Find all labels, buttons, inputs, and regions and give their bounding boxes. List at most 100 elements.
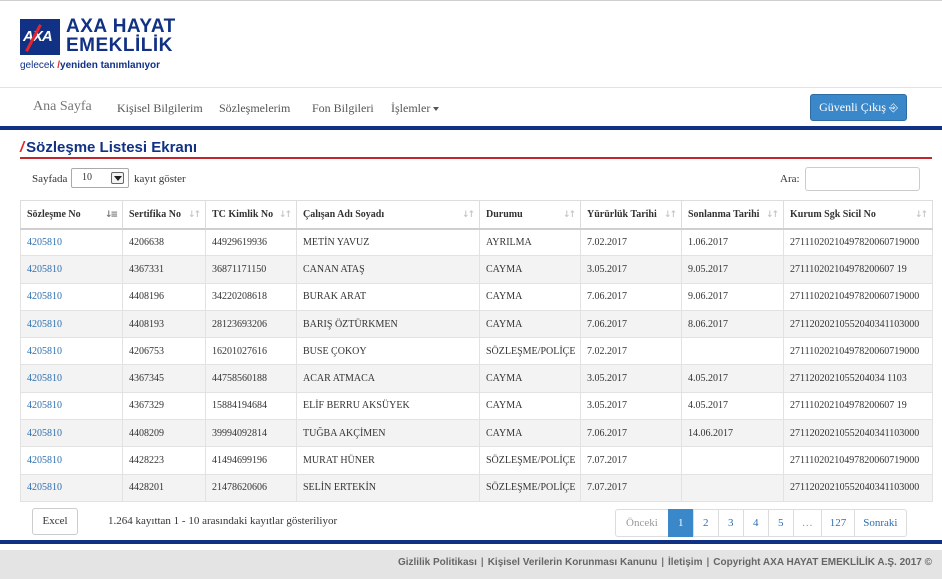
column-header-employee-name[interactable]: Çalışan Adı Soyadı ↓↑ bbox=[296, 200, 480, 230]
table-cell: 7.02.2017 bbox=[580, 227, 682, 257]
sign-out-icon: ⎆ bbox=[889, 101, 898, 114]
table-header-row: Sözleşme No ↓≡ Sertifika No ↓↑ TC Kimlik N… bbox=[20, 200, 933, 230]
table-cell: 27112020210552040341103000 bbox=[783, 419, 933, 448]
pagination-page[interactable]: 1 bbox=[667, 509, 694, 537]
table-row: 4205810 4408209 39994092814 TUĞBA AKÇİMEN CA… bbox=[20, 419, 933, 448]
column-header-sgk-no[interactable]: Kurum Sgk Sicil No ↓↑ bbox=[783, 200, 933, 230]
table-cell: 41494699196 bbox=[205, 446, 297, 475]
table-cell: 44929619936 bbox=[205, 227, 297, 257]
table-cell: 27111020210497820060719000 bbox=[783, 446, 933, 475]
pagination-page: … bbox=[792, 509, 822, 537]
table-row: 4205810 4428201 21478620606 SELİN ERTEKİN SÖ… bbox=[20, 473, 933, 502]
caret-down-icon bbox=[433, 107, 440, 112]
table-cell: 7.07.2017 bbox=[580, 473, 682, 502]
footer-divider bbox=[0, 540, 942, 544]
column-label: Çalışan Adı Soyadı bbox=[303, 208, 385, 220]
page-length-value: 10 bbox=[82, 172, 92, 183]
contract-no-link[interactable]: 4205810 bbox=[20, 227, 123, 257]
column-header-end-date[interactable]: Sonlanma Tarihi ↓↑ bbox=[681, 200, 784, 230]
table-row: 4205810 4367329 15884194684 ELİF BERRU AKSÜ… bbox=[20, 391, 933, 421]
table-info: 1.264 kayıttan 1 - 10 arasındaki kayıtla… bbox=[108, 515, 338, 527]
nav-item-fund-info[interactable]: Fon Bilgileri bbox=[312, 101, 374, 116]
table-cell: 27112020210552040341103000 bbox=[783, 309, 933, 339]
table-cell: 4206638 bbox=[122, 227, 206, 257]
contract-no-link[interactable]: 4205810 bbox=[20, 309, 123, 339]
excel-export-button[interactable]: Excel bbox=[32, 508, 78, 535]
table-row: 4205810 4408193 28123693206 BARIŞ ÖZTÜRKMEN… bbox=[20, 309, 933, 339]
site-footer: Gizlilik Politikası | Kişisel Verilerin Ko… bbox=[0, 550, 942, 579]
table-cell: 21478620606 bbox=[205, 473, 297, 502]
table-cell: 9.06.2017 bbox=[681, 282, 784, 311]
column-header-contract-no[interactable]: Sözleşme No ↓≡ bbox=[20, 200, 123, 230]
pagination-page[interactable]: 5 bbox=[767, 509, 794, 537]
pagination-prev[interactable]: Önceki bbox=[615, 509, 669, 537]
footer-link-contact[interactable]: İletişim bbox=[668, 557, 702, 568]
contract-no-link[interactable]: 4205810 bbox=[20, 364, 123, 393]
table-cell bbox=[681, 446, 784, 475]
table-cell: SÖZLEŞME/POLİÇE bbox=[479, 337, 581, 366]
table-cell: TUĞBA AKÇİMEN bbox=[296, 419, 480, 448]
nav-item-contracts[interactable]: Sözleşmelerim bbox=[219, 101, 290, 116]
table-cell: CAYMA bbox=[479, 419, 581, 448]
table-cell: BURAK ARAT bbox=[296, 282, 480, 311]
footer-separator: | bbox=[706, 557, 710, 568]
table-cell: 36871171150 bbox=[205, 255, 297, 284]
contract-no-link[interactable]: 4205810 bbox=[20, 282, 123, 311]
sort-icon: ↓↑ bbox=[914, 210, 928, 220]
table-cell: 4428201 bbox=[122, 473, 206, 502]
table-cell: SÖZLEŞME/POLİÇE bbox=[479, 446, 581, 475]
nav-item-home[interactable]: Ana Sayfa bbox=[33, 99, 92, 115]
column-label: TC Kimlik No bbox=[212, 208, 274, 220]
table-cell: 271110202104978200607 19 bbox=[783, 391, 933, 421]
pagination-next[interactable]: Sonraki bbox=[854, 509, 907, 537]
table-cell: 9.05.2017 bbox=[681, 255, 784, 284]
column-label: Kurum Sgk Sicil No bbox=[790, 208, 876, 220]
pagination-page[interactable]: 3 bbox=[717, 509, 744, 537]
pagination-page[interactable]: 4 bbox=[742, 509, 769, 537]
contract-no-link[interactable]: 4205810 bbox=[20, 419, 123, 448]
axa-logo-mark: AXA bbox=[20, 19, 60, 55]
table-cell: 4408193 bbox=[122, 309, 206, 339]
table-cell: 4367329 bbox=[122, 391, 206, 421]
table-cell: 16201027616 bbox=[205, 337, 297, 366]
column-header-certificate-no[interactable]: Sertifika No ↓↑ bbox=[122, 200, 206, 230]
table-cell: 27111020210497820060719000 bbox=[783, 227, 933, 257]
pagination: Önceki 1 2 3 4 5… 127 Sonraki bbox=[615, 509, 907, 537]
table-cell: 7.02.2017 bbox=[580, 337, 682, 366]
table-cell: ACAR ATMACA bbox=[296, 364, 480, 393]
column-header-tc-id[interactable]: TC Kimlik No ↓↑ bbox=[205, 200, 297, 230]
page-length-suffix: kayıt göster bbox=[134, 173, 186, 185]
table-cell: 15884194684 bbox=[205, 391, 297, 421]
contract-no-link[interactable]: 4205810 bbox=[20, 255, 123, 284]
column-header-effective-date[interactable]: Yürürlük Tarihi ↓↑ bbox=[580, 200, 682, 230]
table-row: 4205810 4206638 44929619936 METİN YAVUZ AYRI… bbox=[20, 227, 933, 257]
table-cell: 4408196 bbox=[122, 282, 206, 311]
table-row: 4205810 4428223 41494699196 MURAT HÜNER SÖZL… bbox=[20, 446, 933, 475]
nav-item-transactions[interactable]: İşlemler bbox=[391, 101, 440, 116]
axa-logo[interactable]: AXA AXA HAYAT EMEKLİLİK gelecek /yeniden… bbox=[20, 17, 180, 75]
footer-separator: | bbox=[661, 557, 665, 568]
footer-link-kvkk[interactable]: Kişisel Verilerin Korunması Kanunu bbox=[488, 557, 658, 568]
table-cell: CAYMA bbox=[479, 364, 581, 393]
nav-item-transactions-label: İşlemler bbox=[391, 101, 431, 115]
page-length-select[interactable]: 10 bbox=[71, 168, 129, 188]
title-mark: / bbox=[20, 139, 25, 156]
contract-no-link[interactable]: 4205810 bbox=[20, 446, 123, 475]
footer-links: Gizlilik Politikası | Kişisel Verilerin Ko… bbox=[398, 557, 932, 568]
sort-asc-icon: ↓≡ bbox=[104, 210, 118, 220]
nav-item-personal-info[interactable]: Kişisel Bilgilerim bbox=[117, 101, 203, 116]
pagination-page[interactable]: 2 bbox=[692, 509, 719, 537]
contract-no-link[interactable]: 4205810 bbox=[20, 337, 123, 366]
contract-no-link[interactable]: 4205810 bbox=[20, 391, 123, 421]
footer-separator: | bbox=[480, 557, 484, 568]
search-input[interactable] bbox=[805, 167, 920, 191]
table-cell: 28123693206 bbox=[205, 309, 297, 339]
footer-link-privacy[interactable]: Gizlilik Politikası bbox=[398, 557, 477, 568]
table-cell: 27111020210497820060719000 bbox=[783, 337, 933, 366]
contract-no-link[interactable]: 4205810 bbox=[20, 473, 123, 502]
pagination-page[interactable]: 127 bbox=[820, 509, 856, 537]
table-cell: 3.05.2017 bbox=[580, 391, 682, 421]
column-header-status[interactable]: Durumu ↓↑ bbox=[479, 200, 581, 230]
logout-button[interactable]: Güvenli Çıkış ⎆ bbox=[810, 94, 907, 121]
table-cell: 39994092814 bbox=[205, 419, 297, 448]
